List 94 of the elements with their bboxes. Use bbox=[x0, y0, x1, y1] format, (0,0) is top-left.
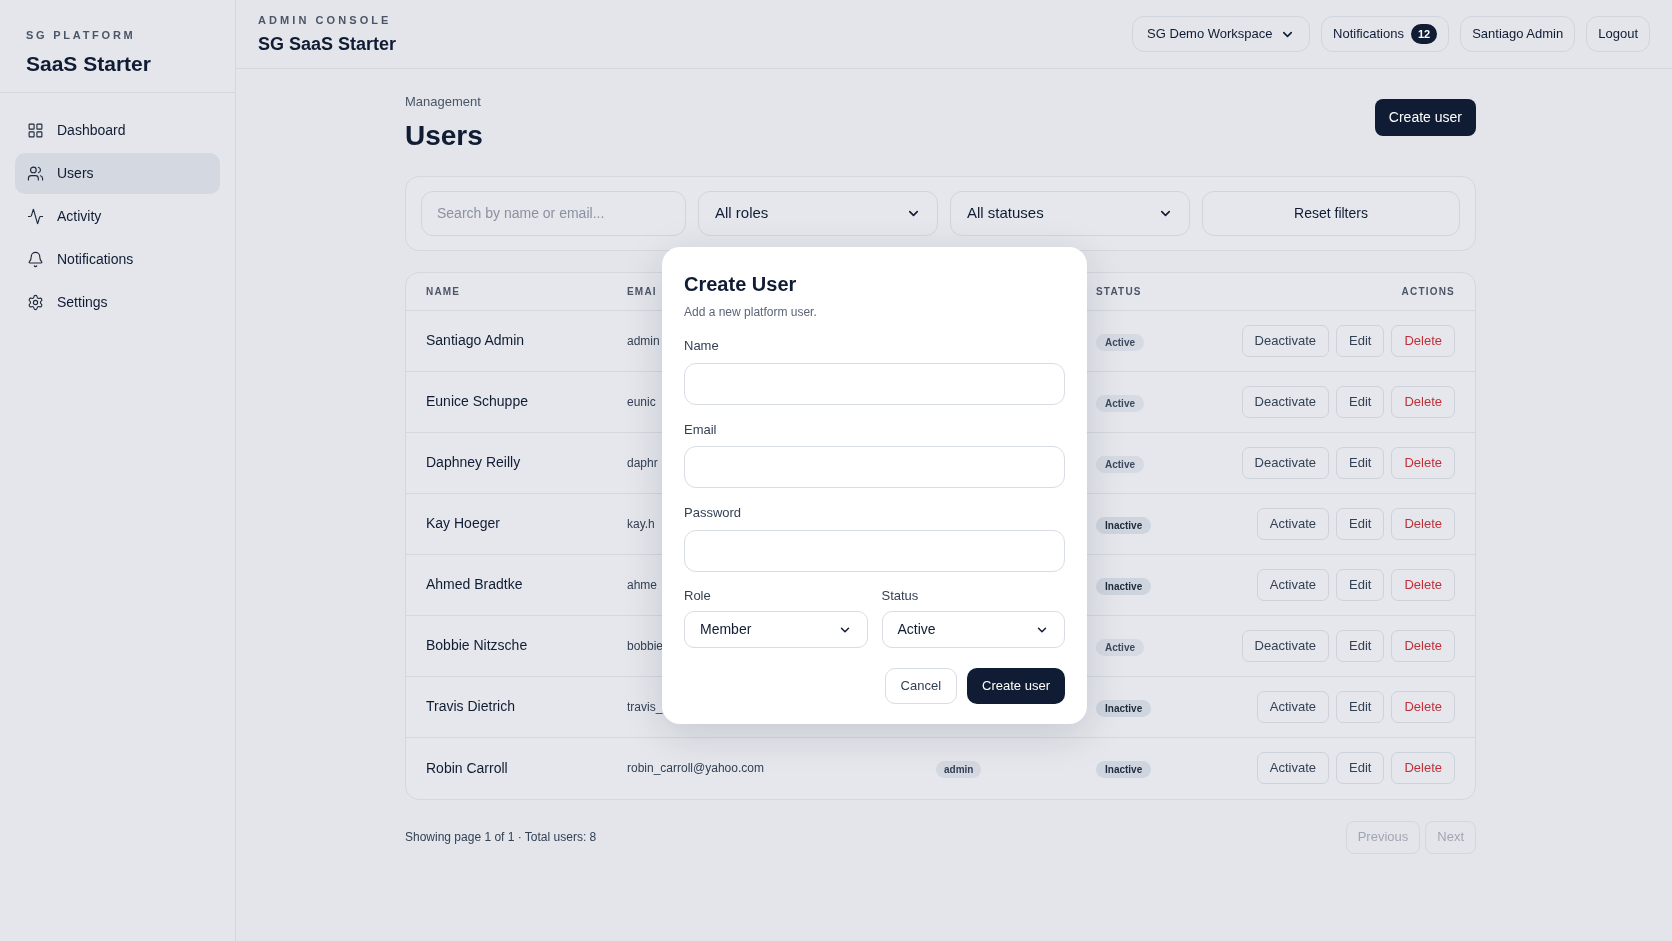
user-email: travis_ bbox=[627, 698, 663, 716]
header-title: SG SaaS Starter bbox=[258, 33, 397, 57]
delete-button[interactable]: Delete bbox=[1391, 446, 1455, 479]
status-tag: Active bbox=[1096, 638, 1144, 656]
breadcrumb: Management bbox=[405, 93, 482, 111]
edit-button[interactable]: Edit bbox=[1336, 752, 1385, 784]
user-name: Daphney Reilly bbox=[426, 453, 522, 472]
edit-button[interactable]: Edit bbox=[1336, 446, 1385, 479]
edit-button[interactable]: Edit bbox=[1336, 507, 1385, 540]
status-tag: Active bbox=[1096, 394, 1144, 412]
sidebar-item[interactable]: Notifications bbox=[15, 239, 220, 280]
header-eyebrow: ADMIN CONSOLE bbox=[258, 12, 393, 28]
delete-button[interactable]: Delete bbox=[1391, 690, 1455, 723]
user-name: Kay Hoeger bbox=[426, 514, 501, 533]
user-name: Eunice Schuppe bbox=[426, 392, 529, 411]
edit-button[interactable]: Edit bbox=[1336, 324, 1385, 357]
settings-icon bbox=[27, 294, 44, 311]
logout-button[interactable]: Logout bbox=[1586, 16, 1650, 52]
toggle-status-button[interactable]: Activate bbox=[1256, 690, 1329, 723]
column-header: STATUS bbox=[1096, 284, 1142, 299]
edit-button[interactable]: Edit bbox=[1336, 690, 1385, 723]
select-field[interactable]: Active bbox=[881, 611, 1065, 648]
reset-filters-button[interactable]: Reset filters bbox=[1202, 190, 1460, 236]
edit-button[interactable]: Edit bbox=[1336, 385, 1385, 418]
sidebar-eyebrow: SG PLATFORM bbox=[26, 28, 137, 43]
pagination-summary: Showing page 1 of 1 · Total users: 8 bbox=[405, 829, 597, 846]
users-icon bbox=[27, 165, 44, 182]
user-email: robin_carroll@yahoo.com bbox=[627, 760, 764, 777]
search-field[interactable]: Search by name or email... bbox=[421, 190, 686, 236]
create-user-button[interactable]: Create user bbox=[1374, 99, 1476, 136]
notification-count: 12 bbox=[1410, 23, 1438, 45]
text-field[interactable] bbox=[684, 446, 1065, 488]
delete-button[interactable]: Delete bbox=[1391, 507, 1455, 540]
user-name: Santiago Admin bbox=[426, 331, 526, 350]
user-name: Robin Carroll bbox=[426, 758, 509, 778]
create-user-button[interactable]: Create user bbox=[967, 668, 1065, 704]
dialog-title: Create User bbox=[684, 272, 798, 297]
dialog-subtitle: Add a new platform user. bbox=[684, 304, 818, 321]
page-title: Users bbox=[405, 118, 483, 153]
status-tag: Inactive bbox=[1096, 699, 1152, 717]
delete-button[interactable]: Delete bbox=[1391, 324, 1455, 357]
user-email: kay.h bbox=[627, 515, 655, 533]
toggle-status-button[interactable]: Deactivate bbox=[1241, 385, 1329, 418]
toggle-status-button[interactable]: Activate bbox=[1256, 752, 1329, 784]
user-email: daphr bbox=[627, 454, 658, 472]
status-tag: Inactive bbox=[1096, 516, 1152, 534]
delete-button[interactable]: Delete bbox=[1391, 629, 1455, 662]
text-field[interactable] bbox=[684, 529, 1065, 572]
status-filter-select[interactable]: All statuses bbox=[950, 190, 1190, 236]
sidebar-item[interactable]: Settings bbox=[15, 282, 220, 323]
user-email: eunic bbox=[627, 393, 656, 411]
user-name: Ahmed Bradtke bbox=[426, 575, 524, 594]
sidebar-item[interactable]: Activity bbox=[15, 196, 220, 237]
role-tag: admin bbox=[936, 761, 982, 778]
pulse-icon bbox=[27, 208, 44, 225]
notifications-button[interactable]: Notifications 12 bbox=[1321, 16, 1450, 52]
toggle-status-button[interactable]: Activate bbox=[1256, 507, 1329, 540]
field-label: Role bbox=[684, 586, 712, 605]
edit-button[interactable]: Edit bbox=[1336, 568, 1385, 601]
delete-button[interactable]: Delete bbox=[1391, 752, 1455, 784]
user-name: Travis Dietrich bbox=[426, 697, 516, 716]
status-tag: Active bbox=[1096, 333, 1144, 351]
toggle-status-button[interactable]: Deactivate bbox=[1241, 324, 1329, 357]
workspace-select[interactable]: SG Demo Workspace bbox=[1132, 16, 1311, 52]
user-button[interactable]: Santiago Admin bbox=[1460, 16, 1576, 52]
field-label: Status bbox=[881, 586, 920, 605]
status-tag: Inactive bbox=[1096, 761, 1152, 778]
column-header: NAME bbox=[426, 284, 461, 299]
user-email: admin bbox=[627, 332, 660, 350]
user-email: ahme bbox=[627, 576, 658, 594]
column-header: ACTIONS bbox=[1401, 284, 1455, 299]
delete-button[interactable]: Delete bbox=[1391, 568, 1455, 601]
bell-icon bbox=[27, 251, 44, 268]
field-label: Name bbox=[684, 337, 720, 355]
role-filter-select[interactable]: All roles bbox=[698, 190, 938, 236]
delete-button[interactable]: Delete bbox=[1391, 385, 1455, 418]
sidebar-item[interactable]: Dashboard bbox=[15, 110, 220, 151]
user-name: Bobbie Nitzsche bbox=[426, 636, 529, 655]
cancel-button[interactable]: Cancel bbox=[884, 668, 958, 704]
text-field[interactable] bbox=[684, 362, 1065, 405]
column-header: EMAI bbox=[627, 284, 657, 299]
status-tag: Inactive bbox=[1096, 577, 1152, 595]
toggle-status-button[interactable]: Activate bbox=[1256, 568, 1329, 601]
field-label: Password bbox=[684, 504, 743, 522]
edit-button[interactable]: Edit bbox=[1336, 629, 1385, 662]
status-tag: Active bbox=[1096, 455, 1144, 473]
toggle-status-button[interactable]: Deactivate bbox=[1241, 629, 1329, 662]
user-email: bobbie bbox=[627, 637, 664, 655]
field-label: Email bbox=[684, 420, 718, 439]
sidebar-title: SaaS Starter bbox=[26, 50, 152, 77]
sidebar-item[interactable]: Users bbox=[15, 153, 220, 194]
grid-icon bbox=[27, 122, 44, 139]
toggle-status-button[interactable]: Deactivate bbox=[1241, 446, 1329, 479]
select-field[interactable]: Member bbox=[684, 611, 868, 648]
